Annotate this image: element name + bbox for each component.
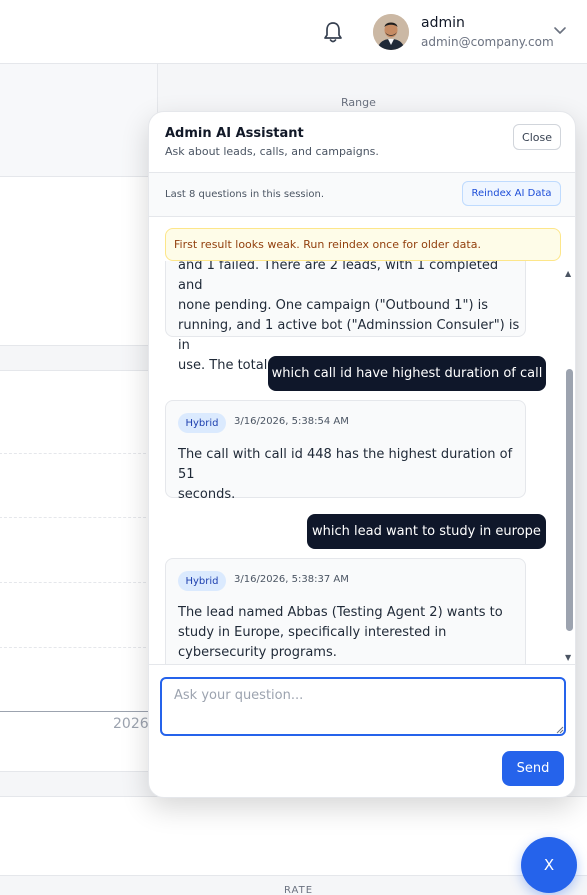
- background-table-card: [0, 796, 587, 876]
- top-header: admin admin@company.com: [0, 0, 587, 64]
- ai-assistant-panel: Admin AI Assistant Ask about leads, call…: [148, 111, 576, 798]
- source-tag: Hybrid: [178, 413, 226, 433]
- assistant-message: Hybrid 3/16/2026, 5:38:54 AM The call wi…: [165, 400, 526, 502]
- close-button[interactable]: Close: [513, 124, 561, 150]
- message-text: The lead named Abbas (Testing Agent 2) w…: [178, 605, 503, 660]
- avatar[interactable]: [373, 14, 409, 50]
- session-info: Last 8 questions in this session.: [165, 189, 325, 200]
- warning-banner: First result looks weak. Run reindex onc…: [165, 228, 561, 261]
- background-card: [0, 64, 158, 178]
- scrollbar-thumb[interactable]: [566, 369, 573, 631]
- axis-tick-label: 2026: [113, 716, 149, 732]
- send-button[interactable]: Send: [502, 751, 564, 786]
- grid-line: [0, 582, 151, 583]
- source-tag: Hybrid: [178, 571, 226, 591]
- assistant-message: Hybrid 3/16/2026, 5:38:37 AM The lead na…: [165, 558, 526, 664]
- resize-handle-icon[interactable]: [554, 724, 564, 734]
- message-timestamp: 3/16/2026, 5:38:37 AM: [234, 574, 349, 585]
- message-list[interactable]: and 1 failed. There are 2 leads, with 1 …: [149, 261, 575, 664]
- user-email: admin@company.com: [421, 35, 554, 49]
- message-text: which lead want to study in europe: [312, 524, 541, 539]
- message-text: which call id have highest duration of c…: [271, 366, 543, 381]
- message-text: The call with call id 448 has the highes…: [178, 447, 513, 502]
- panel-title: Admin AI Assistant: [165, 126, 304, 141]
- grid-line: [0, 647, 151, 648]
- user-message: which lead want to study in europe: [307, 514, 546, 549]
- message-timestamp: 3/16/2026, 5:38:54 AM: [234, 416, 349, 427]
- grid-line: [0, 453, 151, 454]
- chart-axis: [0, 711, 155, 712]
- range-label: Range: [341, 96, 376, 109]
- chevron-down-icon[interactable]: [553, 26, 567, 36]
- column-header-rate: RATE: [284, 885, 314, 895]
- scroll-down-arrow-icon[interactable]: ▼: [565, 654, 571, 662]
- assistant-message: and 1 failed. There are 2 leads, with 1 …: [165, 261, 526, 373]
- assistant-toggle-button[interactable]: X: [521, 837, 577, 893]
- divider: [149, 216, 575, 217]
- divider: [149, 664, 575, 665]
- background-card: [0, 176, 158, 346]
- user-message: which call id have highest duration of c…: [268, 356, 546, 391]
- session-bar: Last 8 questions in this session. Reinde…: [149, 173, 575, 216]
- scroll-up-arrow-icon[interactable]: ▲: [565, 270, 571, 278]
- bell-icon[interactable]: [322, 20, 344, 44]
- reindex-button[interactable]: Reindex AI Data: [462, 181, 561, 206]
- message-scrollbar[interactable]: ▲ ▼: [562, 270, 575, 662]
- grid-line: [0, 517, 151, 518]
- question-input[interactable]: [160, 677, 566, 736]
- user-name: admin: [421, 15, 465, 31]
- panel-subtitle: Ask about leads, calls, and campaigns.: [165, 145, 379, 158]
